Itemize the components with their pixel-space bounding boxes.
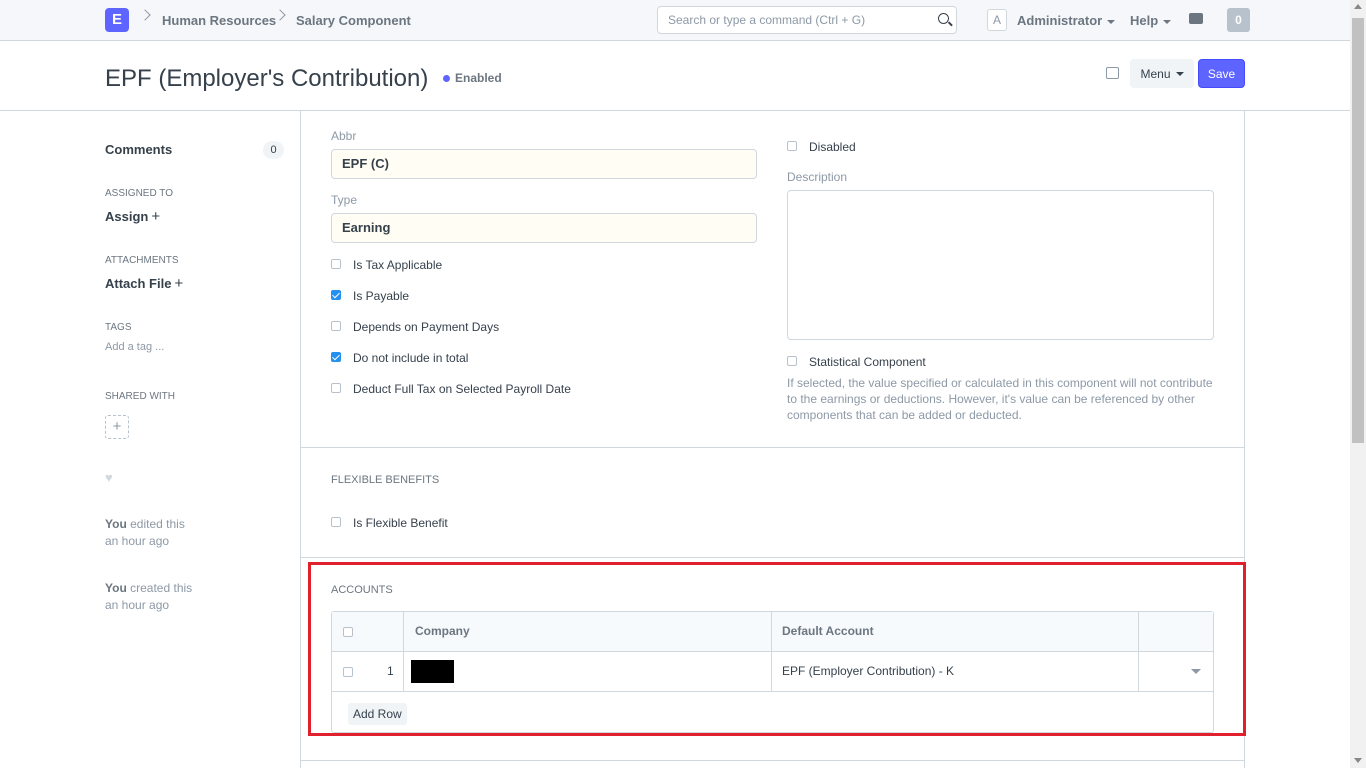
status-dot-icon <box>443 75 450 83</box>
is-tax-applicable-checkbox[interactable] <box>331 259 341 269</box>
section-divider <box>301 447 1244 448</box>
do-not-include-in-total-label: Do not include in total <box>353 351 469 365</box>
breadcrumb-salary-component[interactable]: Salary Component <box>296 13 411 28</box>
plus-icon: + <box>151 208 161 225</box>
deduct-full-tax-checkbox[interactable] <box>331 383 341 393</box>
help-menu[interactable]: Help <box>1130 13 1172 28</box>
comments-count: 0 <box>263 141 284 159</box>
description-textarea[interactable] <box>787 190 1214 340</box>
help-label: Help <box>1130 13 1159 28</box>
page-title: EPF (Employer's Contribution) <box>105 65 429 92</box>
notifications-badge[interactable]: 0 <box>1227 8 1250 32</box>
menu-label: Menu <box>1140 66 1171 81</box>
is-flexible-benefit-label: Is Flexible Benefit <box>353 516 448 530</box>
caret-down-icon <box>1107 19 1116 24</box>
depends-on-payment-days-label: Depends on Payment Days <box>353 320 500 334</box>
attachments-label: ATTACHMENTS <box>105 255 179 266</box>
plus-icon: + <box>174 275 184 292</box>
activity-item: You created this an hour ago <box>105 581 193 612</box>
type-label: Type <box>331 193 358 207</box>
do-not-include-in-total-checkbox[interactable] <box>331 352 341 362</box>
assigned-to-label: ASSIGNED TO <box>105 188 173 199</box>
scrollbar-thumb[interactable] <box>1352 18 1364 443</box>
add-tag-link[interactable]: Add a tag ... <box>105 341 164 353</box>
deduct-full-tax-label: Deduct Full Tax on Selected Payroll Date <box>353 382 571 396</box>
scroll-up-arrow-icon[interactable] <box>1354 4 1362 9</box>
status-label: Enabled <box>455 71 502 85</box>
scroll-down-arrow-icon[interactable] <box>1354 758 1362 763</box>
assign-link[interactable]: Assign + <box>105 208 160 225</box>
caret-down-icon <box>1163 19 1172 24</box>
user-name: Administrator <box>1017 13 1103 28</box>
is-payable-checkbox[interactable] <box>331 290 341 300</box>
search-input[interactable]: Search or type a command (Ctrl + G) <box>657 6 957 34</box>
section-divider <box>301 557 1244 558</box>
app-logo[interactable]: E <box>105 8 129 32</box>
navbar: E Human Resources Salary Component Searc… <box>0 0 1350 41</box>
menu-button[interactable]: Menu <box>1130 59 1194 88</box>
disabled-label: Disabled <box>809 140 856 154</box>
is-payable-label: Is Payable <box>353 289 410 303</box>
attach-file-link[interactable]: Attach File + <box>105 275 183 292</box>
assign-label: Assign <box>105 209 149 224</box>
breadcrumb-human-resources[interactable]: Human Resources <box>162 13 276 28</box>
share-add-icon[interactable]: + <box>105 415 129 439</box>
abbr-label: Abbr <box>331 129 357 143</box>
is-tax-applicable-label: Is Tax Applicable <box>353 258 443 272</box>
statistical-component-checkbox[interactable] <box>787 356 797 366</box>
attach-label: Attach File <box>105 276 172 291</box>
comments-link[interactable]: Comments <box>105 142 172 157</box>
caret-down-icon <box>1175 72 1184 77</box>
type-select[interactable]: Earning <box>331 213 757 243</box>
is-flexible-benefit-checkbox[interactable] <box>331 517 341 527</box>
description-label: Description <box>787 170 848 184</box>
highlight-box <box>308 562 1246 736</box>
statistical-component-label: Statistical Component <box>809 355 926 369</box>
depends-on-payment-days-checkbox[interactable] <box>331 321 341 331</box>
search-icon[interactable] <box>938 13 949 24</box>
user-menu[interactable]: Administrator <box>1017 13 1116 28</box>
section-divider <box>301 760 1244 761</box>
abbr-field[interactable]: EPF (C) <box>331 149 757 179</box>
chat-icon[interactable] <box>1189 13 1203 24</box>
flexible-benefits-heading: FLEXIBLE BENEFITS <box>331 474 440 486</box>
avatar[interactable]: A <box>987 9 1007 31</box>
heart-icon[interactable]: ♥ <box>105 470 113 485</box>
status-badge: Enabled <box>443 71 502 85</box>
chevron-right-icon <box>139 9 151 21</box>
tags-label: TAGS <box>105 322 132 333</box>
activity-item: You edited this an hour ago <box>105 517 185 548</box>
save-button[interactable]: Save <box>1198 59 1245 88</box>
shared-with-label: SHARED WITH <box>105 391 175 402</box>
disabled-checkbox[interactable] <box>787 141 797 151</box>
print-icon[interactable] <box>1106 67 1119 79</box>
statistical-help-text: If selected, the value specified or calc… <box>787 376 1213 422</box>
